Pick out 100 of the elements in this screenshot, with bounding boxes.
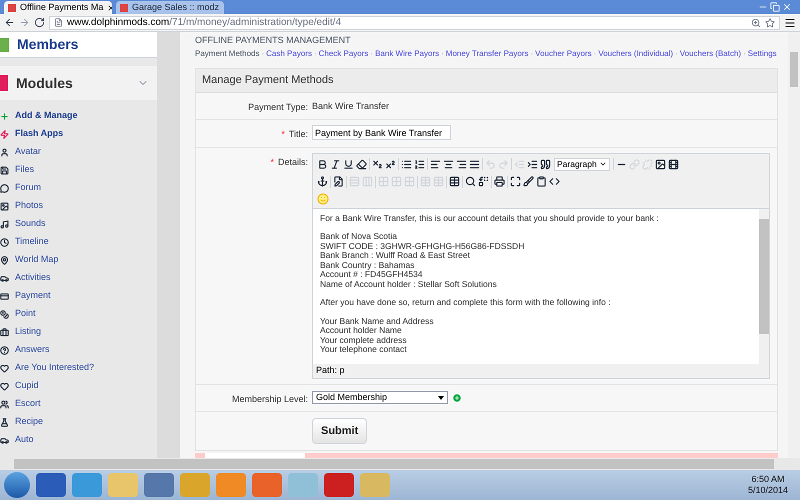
sidebar-item[interactable]: Payment <box>0 287 157 305</box>
align-justify-icon[interactable] <box>469 158 480 170</box>
align-right-icon[interactable] <box>456 158 467 170</box>
numbered-list-icon[interactable] <box>414 158 425 170</box>
search-icon[interactable] <box>465 176 476 187</box>
clipboard-icon[interactable] <box>536 176 547 187</box>
align-center-icon[interactable] <box>443 158 454 170</box>
clock-time: 6:50 AM <box>751 474 784 485</box>
image-icon[interactable] <box>655 158 666 170</box>
nav-link[interactable]: Voucher Payors <box>535 48 592 60</box>
tab-title: Offline Payments Ma <box>20 1 104 14</box>
sidebar-item[interactable]: Listing <box>0 323 157 341</box>
start-button[interactable] <box>4 472 30 498</box>
fullscreen-icon[interactable] <box>510 176 521 187</box>
anchor-icon[interactable] <box>317 176 328 187</box>
browser-tab[interactable]: Garage Sales :: modz <box>116 1 224 14</box>
separator-dot: · <box>675 48 678 60</box>
editor-text-line: Your Bank Name and Address <box>320 316 435 326</box>
membership-select[interactable]: Gold Membership <box>312 391 448 404</box>
separator-dot: · <box>314 48 317 60</box>
back-icon[interactable] <box>4 17 15 28</box>
sidebar-item[interactable]: Recipe <box>0 413 157 431</box>
editor-scrollbar[interactable] <box>759 208 769 364</box>
editor-text-line: Account # : FD45GFH4534 <box>320 270 424 280</box>
subscript-icon[interactable] <box>372 158 383 170</box>
browser-tab[interactable]: Offline Payments Ma <box>4 1 112 14</box>
zoom-icon[interactable] <box>751 18 761 28</box>
sidebar-item[interactable]: Timeline <box>0 233 157 251</box>
horizontal-scrollbar[interactable] <box>0 458 800 470</box>
address-bar[interactable]: www.dolphinmods.com/71/m/money/administration/type/edit/4 <box>49 16 780 30</box>
cell-icon[interactable] <box>378 176 389 187</box>
quote-icon[interactable] <box>540 158 551 170</box>
add-icon[interactable] <box>452 392 462 403</box>
sidebar-item[interactable]: Files <box>0 161 157 179</box>
sidebar-item[interactable]: Sounds <box>0 215 157 233</box>
nav-link[interactable]: Money Transfer Payors <box>446 48 528 60</box>
reload-icon[interactable] <box>34 17 45 28</box>
nav-link[interactable]: Payment Methods <box>195 48 260 60</box>
menu-icon[interactable] <box>784 16 796 28</box>
table-icon[interactable] <box>449 176 460 187</box>
sidebar-item[interactable]: Answers <box>0 341 157 359</box>
sidebar-heading: Modules <box>16 74 73 92</box>
module-icon <box>0 238 9 246</box>
html-icon[interactable] <box>549 176 560 187</box>
format-select[interactable]: Paragraph <box>554 158 610 170</box>
module-icon <box>0 400 9 408</box>
sidebar-item[interactable]: Escort <box>0 395 157 413</box>
submit-button[interactable]: Submit <box>312 418 368 444</box>
module-icon <box>0 130 9 138</box>
sidebar-item[interactable]: World Map <box>0 251 157 269</box>
sidebar-item[interactable]: Add & Manage <box>0 107 157 125</box>
module-icon <box>0 184 9 192</box>
members-icon <box>0 38 9 52</box>
module-icon <box>0 418 9 426</box>
sidebar-item[interactable]: Cupid <box>0 377 157 395</box>
italic-icon[interactable] <box>330 158 341 170</box>
nav-link[interactable]: Settings <box>748 48 777 60</box>
separator-dot: · <box>743 48 746 60</box>
sidebar-item[interactable]: Are You Interested? <box>0 359 157 377</box>
film-icon[interactable] <box>668 158 679 170</box>
editor-text-line: Bank of Nova Scotia <box>320 232 398 242</box>
replace-icon[interactable] <box>478 176 489 187</box>
bold-icon[interactable] <box>317 158 328 170</box>
module-icon <box>0 202 9 210</box>
sidebar-item[interactable]: Avatar <box>0 143 157 161</box>
module-icon <box>0 220 9 228</box>
editor-text-line: Account holder Name <box>320 326 403 336</box>
sidebar-item[interactable]: Activities <box>0 269 157 287</box>
editor-text-area[interactable] <box>313 208 769 364</box>
sidebar-item[interactable]: Flash Apps <box>0 125 157 143</box>
required-asterisk: * <box>270 156 274 168</box>
editor-text-line: Bank Country : Bahamas <box>320 260 416 270</box>
align-left-icon[interactable] <box>430 158 441 170</box>
restore-icon[interactable] <box>770 2 780 12</box>
superscript-icon[interactable] <box>385 158 396 170</box>
sidebar-item[interactable]: Forum <box>0 179 157 197</box>
nav-link[interactable]: Check Payors <box>318 48 368 60</box>
nav-link[interactable]: Vouchers (Batch) <box>680 48 742 60</box>
cell-icon[interactable] <box>391 176 402 187</box>
nav-link[interactable]: Bank Wire Payors <box>375 48 440 60</box>
cell-icon[interactable] <box>404 176 415 187</box>
title-input[interactable]: Payment by Bank Wire Transfer <box>312 125 451 140</box>
module-icon <box>0 346 9 354</box>
underline-icon[interactable] <box>343 158 354 170</box>
edit-document-icon[interactable] <box>333 176 344 187</box>
indent-icon[interactable] <box>527 158 538 170</box>
bullet-list-icon[interactable] <box>401 158 412 170</box>
nav-link[interactable]: Vouchers (Individual) <box>598 48 674 60</box>
sidebar-item[interactable]: Photos <box>0 197 157 215</box>
sidebar-item[interactable]: Auto <box>0 431 157 449</box>
module-icon <box>0 166 9 174</box>
brush-icon[interactable] <box>523 176 534 187</box>
star-icon[interactable] <box>765 18 775 28</box>
editor-path: Path: p <box>315 364 346 377</box>
nav-link[interactable]: Cash Payors <box>266 48 312 60</box>
print-icon[interactable] <box>494 176 505 187</box>
sidebar-heading: Members <box>17 35 78 54</box>
eraser-icon[interactable] <box>356 158 367 170</box>
sidebar-item[interactable]: Point <box>0 305 157 323</box>
editor-text-line: Name of Account holder : Stellar Soft Solutions <box>320 280 498 289</box>
